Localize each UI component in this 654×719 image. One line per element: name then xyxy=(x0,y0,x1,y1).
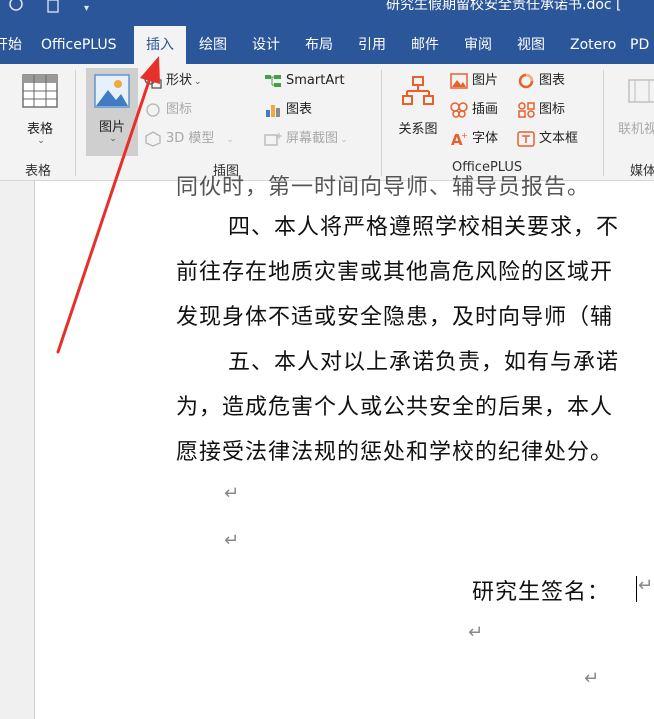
annotation-arrow xyxy=(56,56,160,354)
